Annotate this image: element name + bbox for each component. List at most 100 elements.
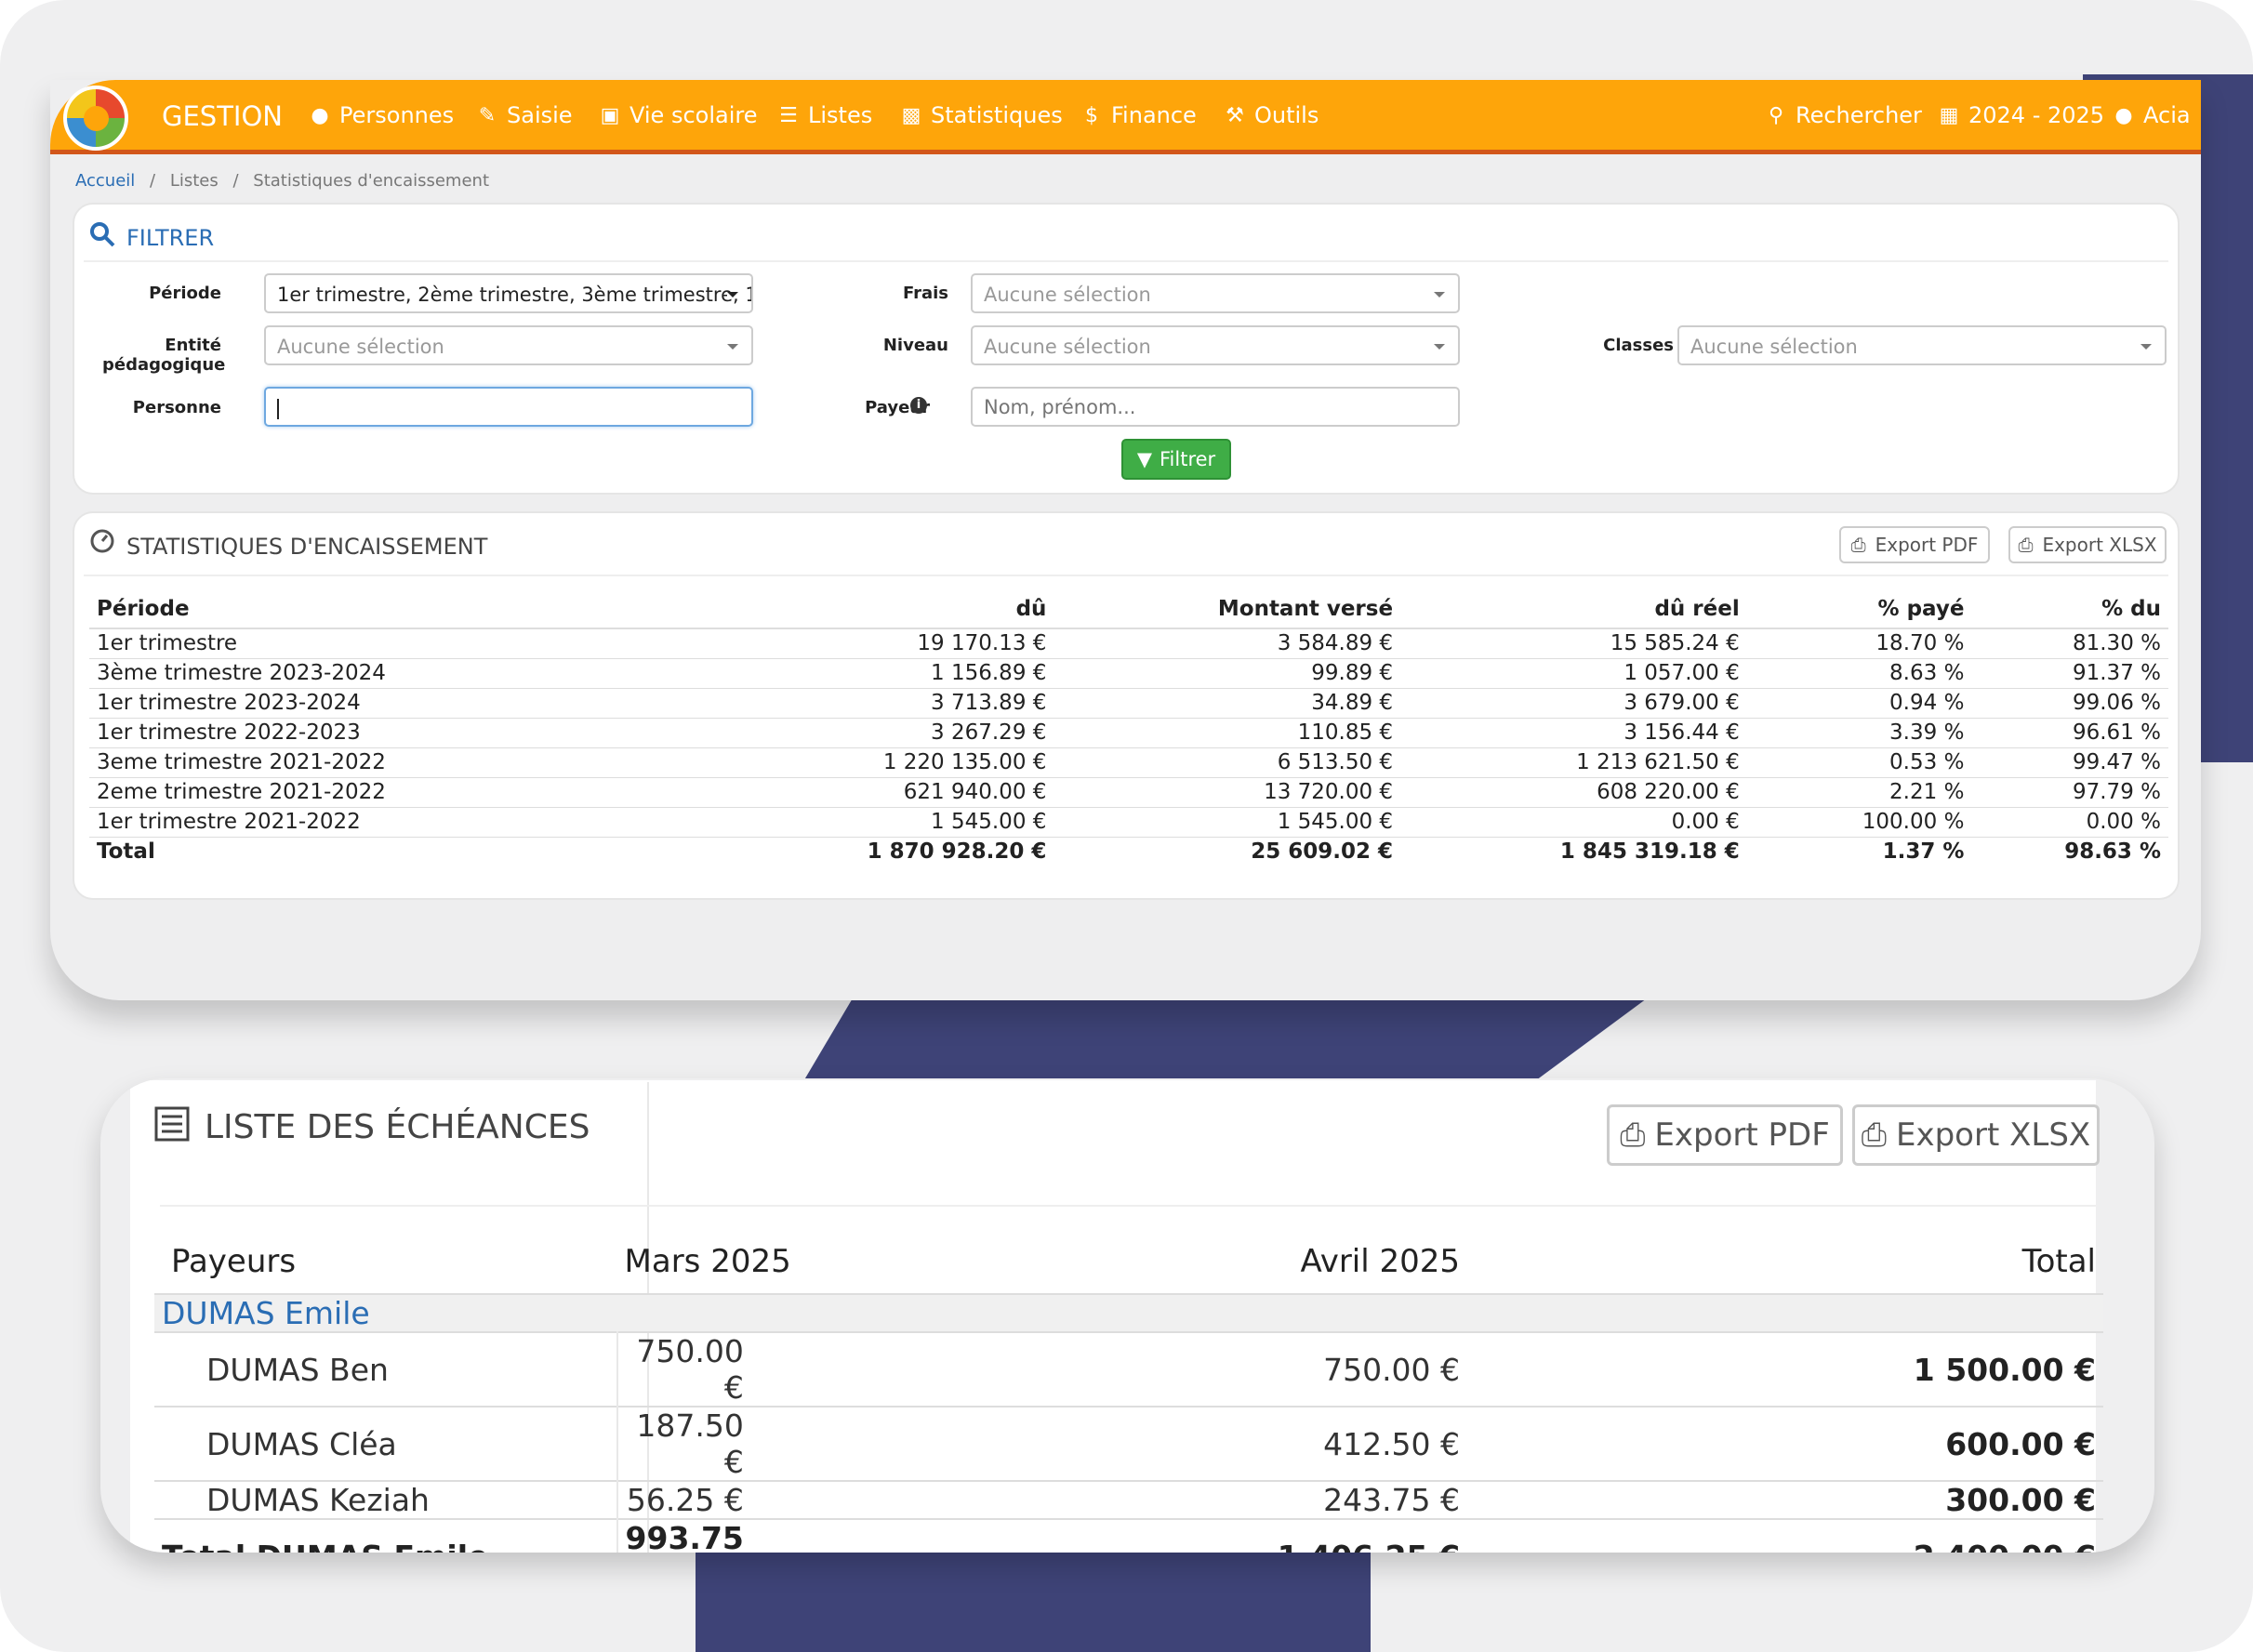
table-cell: DUMAS Cléa <box>154 1406 618 1481</box>
nav-finance[interactable]: $ Finance <box>1080 102 1197 128</box>
divider <box>160 1205 2096 1207</box>
nav-saisie[interactable]: ✎ Saisie <box>476 102 573 128</box>
user-icon: ● <box>2114 103 2133 127</box>
table-cell: 99.47 % <box>1971 747 2168 777</box>
nav-school-year[interactable]: ▦ 2024 - 2025 <box>1938 102 2104 128</box>
app-logo[interactable] <box>63 86 128 151</box>
table-cell: 2.21 % <box>1746 776 1972 807</box>
nav-rechercher[interactable]: ⚲ Rechercher <box>1765 102 1922 128</box>
chevron-down-icon <box>727 292 738 297</box>
table-cell: 3eme trimestre 2021-2022 <box>89 747 615 777</box>
entite-label: Entité pédagogique <box>102 336 226 375</box>
col-montant-verse: Montant versé <box>1054 589 1401 629</box>
personne-label: Personne <box>132 398 221 417</box>
breadcrumb-home[interactable]: Accueil <box>75 171 135 191</box>
classes-label: Classes <box>1603 336 1674 355</box>
classes-select[interactable]: Aucune sélection <box>1677 325 2167 365</box>
calendar-icon: ▦ <box>1939 103 1959 127</box>
table-row: 1er trimestre 2022-2023 3 267.29 €110.85 … <box>89 717 2168 747</box>
table-cell: 750.00 € <box>882 1331 1494 1407</box>
niveau-select[interactable]: Aucune sélection <box>971 325 1460 365</box>
nav-user[interactable]: ● Acia <box>2113 102 2190 128</box>
col-pct-du: % du <box>1971 589 2168 629</box>
table-cell: 34.89 € <box>1054 687 1401 718</box>
table-cell: 91.37 % <box>1971 657 2168 688</box>
nav-statistiques[interactable]: ▩ Statistiques <box>900 102 1063 128</box>
col-periode: Période <box>89 589 615 629</box>
table-cell: 1 545.00 € <box>1054 806 1401 837</box>
table-cell: 98.63 % <box>1971 836 2168 866</box>
export-xlsx-button[interactable]: ⎙ Export XLSX <box>1852 1104 2100 1166</box>
table-cell: 187.50 € <box>616 1406 883 1481</box>
info-icon[interactable]: i <box>910 397 927 414</box>
table-row: DUMAS Cléa 187.50 €412.50 €600.00 € <box>154 1406 2103 1481</box>
table-cell: 3 267.29 € <box>614 717 1054 747</box>
breadcrumb-separator: / <box>232 171 239 191</box>
table-cell: 1 870 928.20 € <box>614 836 1054 866</box>
printer-icon: ⎙ <box>1620 1117 1646 1154</box>
text-cursor <box>277 399 279 419</box>
table-cell: 19 170.13 € <box>614 628 1054 658</box>
chevron-down-icon <box>1434 292 1445 297</box>
brand-link[interactable]: GESTION <box>162 100 283 132</box>
echeances-title: LISTE DES ÉCHÉANCES <box>205 1108 590 1146</box>
periode-select[interactable]: 1er trimestre, 2ème trimestre, 3ème trim… <box>264 273 753 313</box>
table-cell: 1er trimestre 2021-2022 <box>89 806 615 837</box>
table-cell: 0.94 % <box>1746 687 1972 718</box>
table-header-row: Payeurs Mars 2025 Avril 2025 Total <box>154 1229 2103 1294</box>
frais-value: Aucune sélection <box>984 284 1151 306</box>
table-cell: 96.61 % <box>1971 717 2168 747</box>
table-cell: 18.70 % <box>1746 628 1972 658</box>
payeur-input[interactable] <box>971 387 1460 427</box>
breadcrumb-listes: Listes <box>169 171 219 191</box>
divider <box>84 260 2168 262</box>
nav-label: Rechercher <box>1796 102 1922 128</box>
personne-input[interactable] <box>264 387 753 427</box>
export-xlsx-label: Export XLSX <box>2042 534 2157 556</box>
nav-outils[interactable]: ⚒ Outils <box>1224 102 1319 128</box>
table-row: 2eme trimestre 2021-2022 621 940.00 €13 7… <box>89 776 2168 807</box>
export-pdf-label: Export PDF <box>1875 534 1979 556</box>
app-window: GESTION ● Personnes ✎ Saisie ▣ Vie scolaire… <box>50 80 2201 1000</box>
payer-group-name[interactable]: DUMAS Emile <box>154 1293 2103 1332</box>
col-avril: Avril 2025 <box>1300 1242 1461 1280</box>
subtotal-row: Total DUMAS Emile993.75 €1 406.25 €2 400… <box>154 1518 2103 1553</box>
chevron-down-icon <box>1434 344 1445 350</box>
table-cell: DUMAS Ben <box>154 1331 618 1407</box>
table-cell: 3 713.89 € <box>614 687 1054 718</box>
nav-label: Personnes <box>339 102 455 128</box>
table-row: DUMAS Keziah 56.25 €243.75 €300.00 € <box>154 1480 2103 1519</box>
export-pdf-label: Export PDF <box>1654 1117 1830 1154</box>
table-row: 3eme trimestre 2021-2022 1 220 135.00 €6 … <box>89 747 2168 777</box>
export-pdf-button[interactable]: ⎙ Export PDF <box>1607 1104 1843 1166</box>
table-cell: 99.06 % <box>1971 687 2168 718</box>
nav-personnes[interactable]: ● Personnes <box>309 102 454 128</box>
dashboard-icon <box>90 529 114 553</box>
table-cell: 1er trimestre <box>89 628 615 658</box>
payer-group-row[interactable]: DUMAS Emile <box>154 1293 2103 1332</box>
entite-select[interactable]: Aucune sélection <box>264 325 753 365</box>
table-cell: Total <box>89 836 615 866</box>
breadcrumb-separator: / <box>150 171 156 191</box>
periode-value: 1er trimestre, 2ème trimestre, 3ème trim… <box>277 284 753 306</box>
table-cell: 97.79 % <box>1971 776 2168 807</box>
nav-listes[interactable]: ☰ Listes <box>777 102 872 128</box>
frais-select[interactable]: Aucune sélection <box>971 273 1460 313</box>
table-cell: 0.53 % <box>1746 747 1972 777</box>
filtrer-button[interactable]: ▼ Filtrer <box>1121 439 1231 480</box>
nav-vie-scolaire[interactable]: ▣ Vie scolaire <box>599 102 758 128</box>
table-cell: 25 609.02 € <box>1054 836 1401 866</box>
export-pdf-button[interactable]: ⎙ Export PDF <box>1839 526 1990 563</box>
decor-band <box>800 985 1664 1088</box>
printer-icon: ⎙ <box>1861 1117 1887 1154</box>
table-cell: DUMAS Keziah <box>154 1480 618 1519</box>
stats-title: STATISTIQUES D'ENCAISSEMENT <box>126 534 488 560</box>
table-cell: 1 406.25 € <box>882 1518 1494 1553</box>
table-cell: 8.63 % <box>1746 657 1972 688</box>
col-du: dû <box>614 589 1054 629</box>
table-cell: 2 400.00 € <box>1493 1518 2103 1553</box>
export-xlsx-button[interactable]: ⎙ Export XLSX <box>2008 526 2167 563</box>
table-cell: 1 220 135.00 € <box>614 747 1054 777</box>
table-cell: Total DUMAS Emile <box>154 1518 618 1553</box>
nav-label: Finance <box>1111 102 1197 128</box>
